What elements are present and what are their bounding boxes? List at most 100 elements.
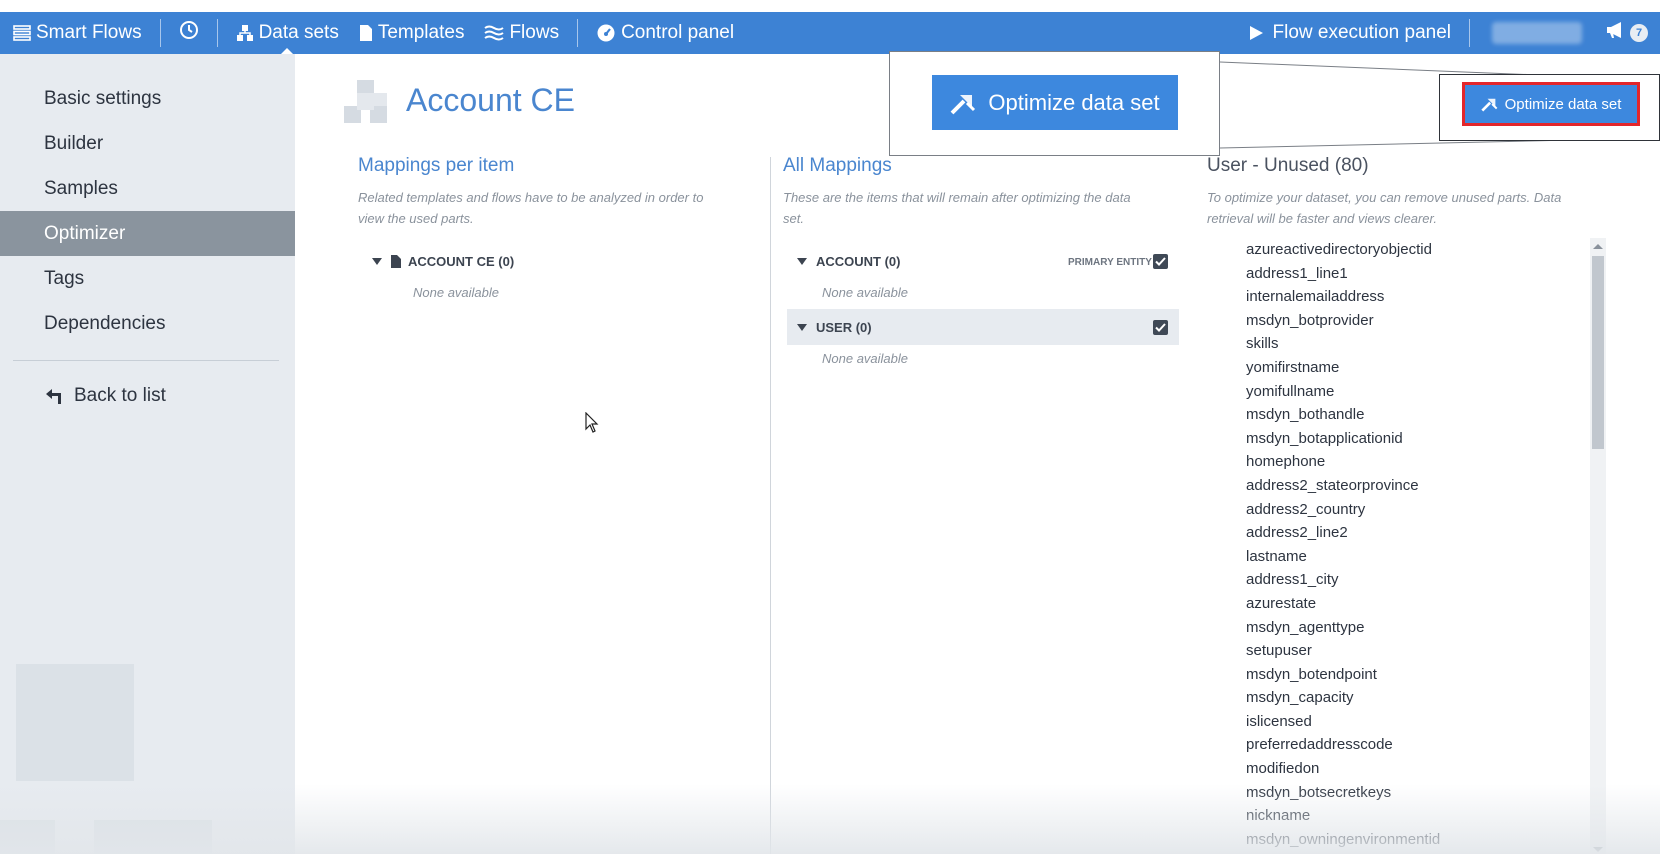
scroll-up-arrow-icon[interactable] <box>1593 244 1603 249</box>
user-checkbox[interactable] <box>1153 320 1168 335</box>
caret-down-icon <box>372 257 382 265</box>
tree-node-user[interactable]: USER (0) <box>787 309 1179 345</box>
list-item[interactable]: msdyn_botapplicationid <box>1246 427 1586 451</box>
file-icon <box>359 24 373 42</box>
list-item[interactable]: address2_line2 <box>1246 521 1586 545</box>
sidebar-item-optimizer[interactable]: Optimizer <box>0 211 295 256</box>
list-item[interactable]: msdyn_bothandle <box>1246 403 1586 427</box>
list-item[interactable]: msdyn_agenttype <box>1246 616 1586 640</box>
list-item[interactable]: homephone <box>1246 450 1586 474</box>
zoom-callout: Optimize data set <box>889 51 1220 156</box>
list-item[interactable]: skills <box>1246 332 1586 356</box>
list-item[interactable]: address2_stateorprovince <box>1246 474 1586 498</box>
sidebar-item-dependencies[interactable]: Dependencies <box>0 301 295 346</box>
nav-divider <box>216 19 218 47</box>
nav-control-panel[interactable]: Control panel <box>586 12 744 54</box>
sidebar-item-basic-settings[interactable]: Basic settings <box>0 76 295 121</box>
optimize-data-set-button-zoomed[interactable]: Optimize data set <box>932 75 1178 130</box>
play-icon <box>1248 25 1264 41</box>
sitemap-icon <box>236 24 254 42</box>
megaphone-icon <box>1606 21 1626 45</box>
empty-state-text: None available <box>413 285 500 300</box>
list-item[interactable]: msdyn_botendpoint <box>1246 663 1586 687</box>
nav-flows-label: Flows <box>509 22 560 43</box>
placeholder-block <box>94 820 212 854</box>
list-item[interactable]: msdyn_botsecretkeys <box>1246 781 1586 805</box>
description-line: These are the items that will remain aft… <box>783 190 1131 205</box>
clock-icon <box>179 20 199 46</box>
nav-data-sets[interactable]: Data sets <box>226 12 349 55</box>
list-item[interactable]: azurestate <box>1246 592 1586 616</box>
sidebar-divider <box>13 360 279 361</box>
list-item[interactable]: preferredaddresscode <box>1246 733 1586 757</box>
notification-count-badge: 7 <box>1630 24 1648 42</box>
sidebar-item-samples[interactable]: Samples <box>0 166 295 211</box>
caret-down-icon <box>797 257 807 265</box>
list-item[interactable]: nickname <box>1246 804 1586 828</box>
unused-fields-panel: User - Unused (80) To optimize your data… <box>1207 155 1607 229</box>
mouse-pointer-icon <box>585 411 599 439</box>
nav-control-panel-label: Control panel <box>621 22 735 43</box>
all-mappings-panel: All Mappings These are the items that wi… <box>783 155 1178 229</box>
flow-execution-label: Flow execution panel <box>1272 22 1452 43</box>
empty-state-text: None available <box>822 285 909 300</box>
all-mappings-title: All Mappings <box>783 155 892 176</box>
stack-icon <box>13 24 31 42</box>
unused-title: User - Unused (80) <box>1207 155 1369 176</box>
optimize-data-set-button[interactable]: Optimize data set <box>1462 82 1640 126</box>
optimize-zoomed-label: Optimize data set <box>988 89 1160 115</box>
list-item[interactable]: setupuser <box>1246 639 1586 663</box>
page-title: Account CE <box>406 82 575 118</box>
list-item[interactable]: msdyn_capacity <box>1246 686 1586 710</box>
sidebar-item-tags[interactable]: Tags <box>0 256 295 301</box>
unused-field-list: azureactivedirectoryobjectid address1_li… <box>1246 238 1586 851</box>
scroll-down-arrow-icon[interactable] <box>1593 847 1603 852</box>
description-line: view the used parts. <box>358 211 474 226</box>
mappings-per-item-panel: Mappings per item Related templates and … <box>358 155 748 229</box>
description-line: set. <box>783 211 804 226</box>
brand-link[interactable]: Smart Flows <box>0 12 152 54</box>
checkmark-icon <box>1155 323 1166 332</box>
list-item[interactable]: islicensed <box>1246 710 1586 734</box>
list-item[interactable]: yomifullname <box>1246 380 1586 404</box>
empty-state-text: None available <box>822 351 909 366</box>
list-item[interactable]: modifiedon <box>1246 757 1586 781</box>
brand-label: Smart Flows <box>36 22 142 43</box>
magic-wand-icon <box>1481 96 1498 112</box>
nav-templates-label: Templates <box>377 22 465 43</box>
list-item[interactable]: internalemailaddress <box>1246 285 1586 309</box>
list-item[interactable]: address1_city <box>1246 568 1586 592</box>
dataset-logo-icon <box>344 80 388 124</box>
nav-data-sets-label: Data sets <box>258 22 339 43</box>
placeholder-block <box>0 820 55 854</box>
list-item[interactable]: address1_line1 <box>1246 262 1586 286</box>
nav-divider <box>1469 19 1470 47</box>
mappings-per-item-description: Related templates and flows have to be a… <box>358 187 748 229</box>
placeholder-block <box>16 664 134 781</box>
nav-divider <box>577 19 579 47</box>
description-line: retrieval will be faster and views clear… <box>1207 211 1437 226</box>
list-item[interactable]: msdyn_botprovider <box>1246 309 1586 333</box>
list-item[interactable]: lastname <box>1246 545 1586 569</box>
nav-flows[interactable]: Flows <box>474 12 569 54</box>
flow-execution-panel-button[interactable]: Flow execution panel <box>1238 12 1462 54</box>
sidebar-item-builder[interactable]: Builder <box>0 121 295 166</box>
history-button[interactable] <box>169 12 209 54</box>
list-item[interactable]: yomifirstname <box>1246 356 1586 380</box>
top-navigation-bar: Smart Flows Data sets Templates Flows Co… <box>0 12 1660 55</box>
list-item[interactable]: address2_country <box>1246 498 1586 522</box>
tree-node-account-ce[interactable]: ACCOUNT CE (0) <box>372 243 514 279</box>
scrollbar-thumb[interactable] <box>1592 256 1604 449</box>
list-item[interactable]: msdyn_owningenvironmentid <box>1246 828 1586 852</box>
description-line: To optimize your dataset, you can remove… <box>1207 190 1562 205</box>
tree-node-label: ACCOUNT CE (0) <box>408 253 515 269</box>
account-checkbox[interactable] <box>1153 254 1168 269</box>
list-item[interactable]: azureactivedirectoryobjectid <box>1246 238 1586 262</box>
optimize-label: Optimize data set <box>1504 95 1622 113</box>
user-menu[interactable] <box>1492 22 1582 44</box>
nav-right-group: Flow execution panel 7 <box>1238 12 1660 54</box>
back-to-list-link[interactable]: Back to list <box>0 375 295 417</box>
nav-templates[interactable]: Templates <box>349 12 475 54</box>
notifications-button[interactable]: 7 <box>1596 12 1660 54</box>
unused-description: To optimize your dataset, you can remove… <box>1207 187 1607 229</box>
